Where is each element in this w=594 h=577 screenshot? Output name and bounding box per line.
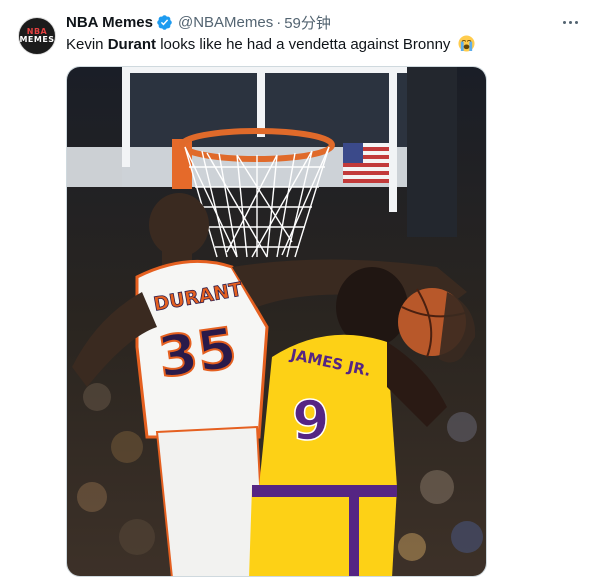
tweet-text-start: Kevin (66, 36, 108, 53)
avatar-logo-line2: MEMES (19, 35, 55, 44)
display-name[interactable]: NBA Memes (66, 14, 153, 31)
tweet-text-end: looks like he had a vendetta against Bro… (156, 36, 451, 53)
avatar[interactable]: NBA MEMES (18, 17, 56, 55)
separator-dot: · (276, 13, 282, 31)
tweet-text-bold: Durant (107, 36, 157, 53)
tweet-card[interactable]: NBA MEMES NBA Memes @NBAMemes · 59分钟 Kev… (0, 0, 594, 577)
flag-icon (343, 143, 389, 183)
jersey-left-number: 35 (154, 316, 240, 391)
basketball-photo: DURANT 35 JAMES JR. 9 (67, 67, 486, 576)
jersey-right-number: 9 (292, 389, 330, 452)
tweet-header: NBA Memes @NBAMemes · 59分钟 (66, 12, 331, 32)
tweet-text: Kevin Durant looks like he had a vendett… (66, 35, 475, 53)
tweet-image[interactable]: DURANT 35 JAMES JR. 9 (66, 66, 487, 577)
verified-badge-icon[interactable] (156, 14, 173, 31)
avatar-logo: NBA MEMES (19, 28, 54, 44)
loudly-crying-face-icon (458, 35, 475, 52)
stanchion (407, 67, 457, 237)
more-dots-icon[interactable] (560, 12, 580, 32)
timestamp[interactable]: 59分钟 (284, 12, 331, 33)
handle[interactable]: @NBAMemes (178, 14, 273, 31)
